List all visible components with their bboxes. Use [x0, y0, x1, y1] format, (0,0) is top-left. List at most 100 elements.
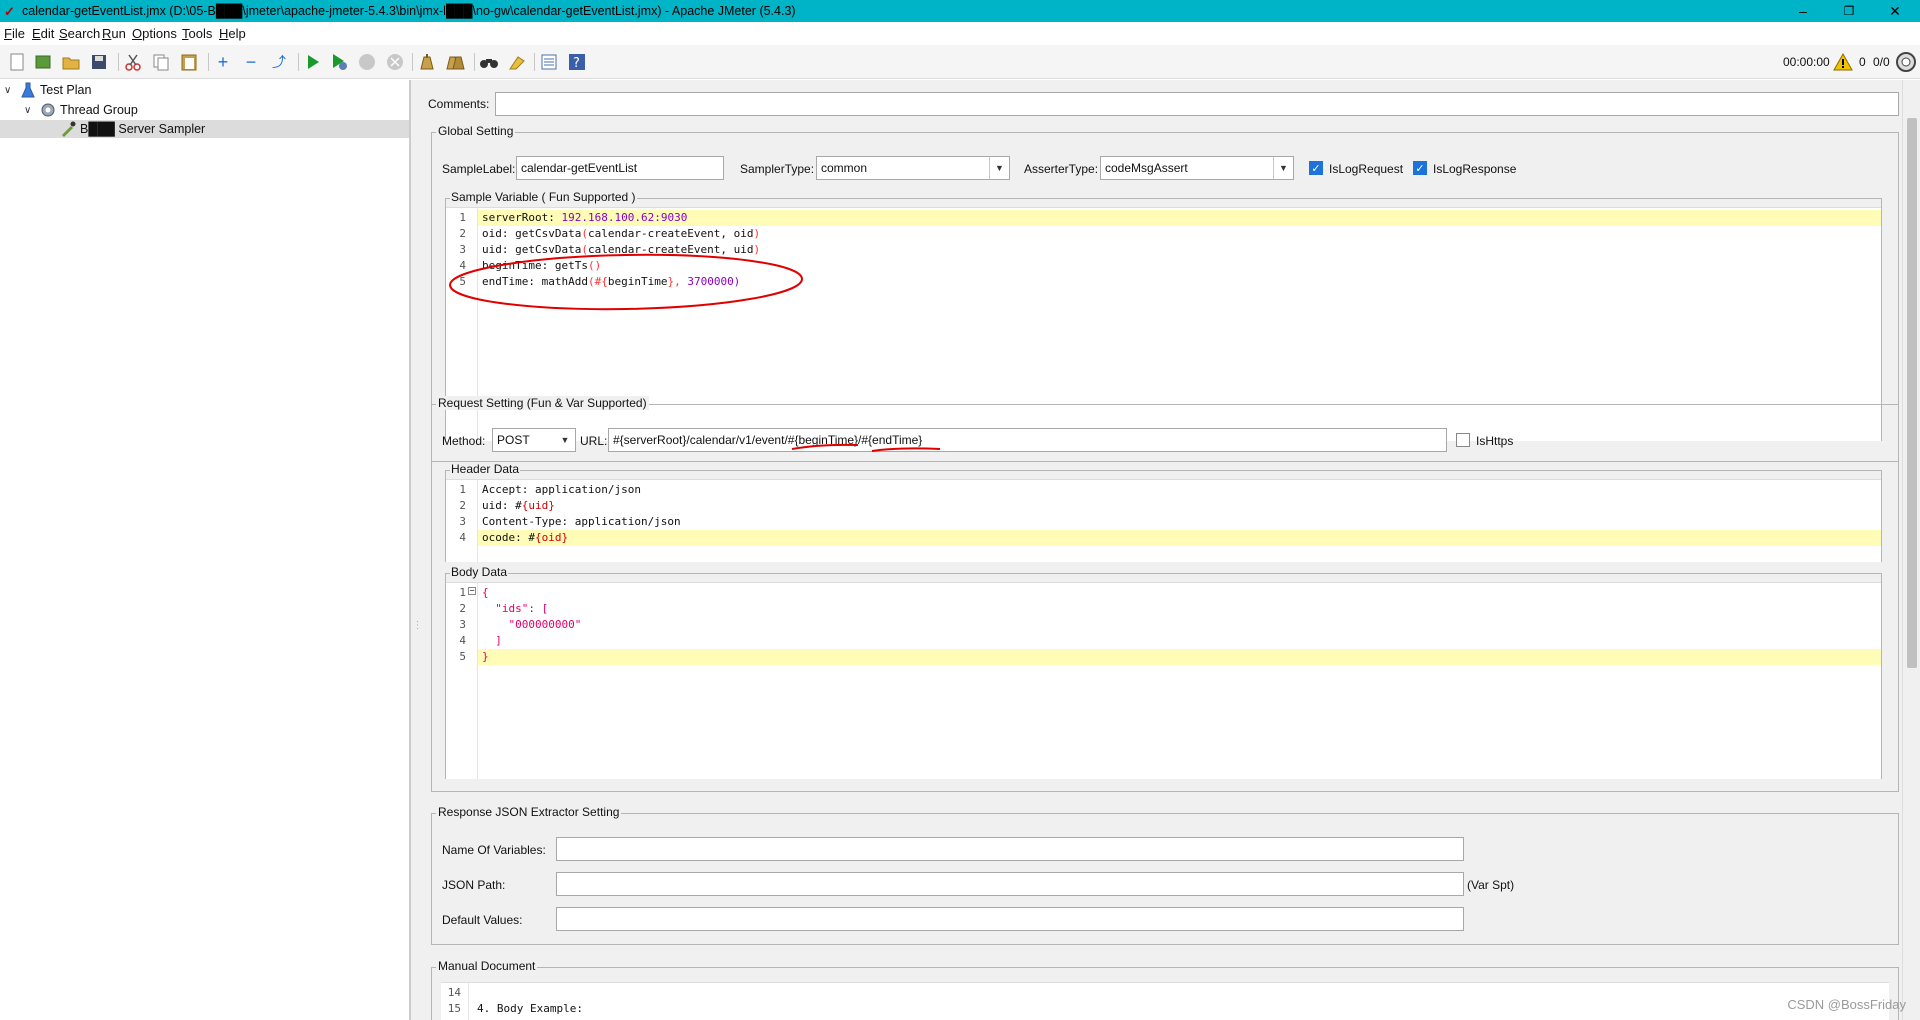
line-number: 5 — [459, 275, 466, 288]
watermark: CSDN @BossFriday — [1787, 997, 1906, 1012]
function-helper-icon[interactable] — [538, 51, 560, 73]
code-token: serverRoot: — [482, 211, 562, 224]
body-data-editor[interactable]: − 1 {2 "ids": [3 "000000000" 4 ] 5} — [446, 582, 1881, 779]
is-log-response-label: IsLogResponse — [1433, 162, 1517, 176]
line-number: 2 — [459, 499, 466, 512]
code-line: Content-Type: application/json — [478, 514, 1881, 530]
line-number: 4 — [459, 634, 466, 647]
thread-count: 0/0 — [1873, 55, 1890, 69]
json-extractor-group: Response JSON Extractor Setting Name Of … — [431, 805, 1899, 945]
stop-icon[interactable] — [356, 51, 378, 73]
default-values-input[interactable] — [556, 907, 1464, 931]
code-token: uid: getCsvData — [482, 243, 582, 256]
reset-search-icon[interactable] — [506, 51, 528, 73]
menu-file[interactable]: File — [4, 26, 25, 41]
start-no-pauses-icon[interactable] — [328, 51, 350, 73]
code-token: ocode: # — [482, 531, 535, 544]
help-icon[interactable]: ? — [566, 51, 588, 73]
vertical-scrollbar[interactable] — [1902, 80, 1920, 1020]
json-path-input[interactable] — [556, 872, 1464, 896]
is-log-response-checkbox[interactable]: ✓ — [1413, 161, 1427, 175]
test-plan-tree: ∨ Test Plan ∨ Thread Group B███ Server S… — [0, 80, 410, 1020]
menu-tools[interactable]: Tools — [182, 26, 212, 41]
copy-icon[interactable] — [150, 51, 172, 73]
chevron-down-icon[interactable]: ▼ — [555, 429, 575, 451]
manual-document-editor[interactable]: 14 15 4. Body Example: — [441, 982, 1889, 1020]
is-https-label: IsHttps — [1476, 434, 1514, 448]
menu-search[interactable]: Search — [59, 26, 100, 41]
split-divider[interactable]: ⋮ — [410, 80, 423, 1020]
line-number: 3 — [459, 243, 466, 256]
flask-icon — [20, 82, 36, 98]
open-icon[interactable] — [60, 51, 82, 73]
warning-icon[interactable] — [1832, 51, 1854, 73]
code-token: calendar-createEvent, oid — [587, 227, 754, 240]
code-line: "ids": [ — [478, 601, 1881, 617]
line-number: 1 — [459, 483, 466, 496]
menu-help[interactable]: Help — [219, 26, 246, 41]
code-token: ( — [581, 243, 588, 256]
tree-node-thread-group[interactable]: ∨ Thread Group — [24, 101, 138, 119]
code-line: ocode: #{oid} — [478, 530, 1881, 546]
url-label: URL: — [580, 434, 608, 448]
tree-node-test-plan[interactable]: ∨ Test Plan — [4, 81, 91, 99]
comments-label: Comments: — [428, 97, 490, 111]
code-line: { — [478, 585, 1881, 601]
minimize-button[interactable]: – — [1780, 0, 1826, 22]
new-icon[interactable] — [6, 51, 28, 73]
close-button[interactable]: ✕ — [1872, 0, 1918, 22]
code-line: serverRoot: 192.168.100.62:9030 — [478, 210, 1881, 226]
sample-label-input[interactable]: calendar-getEventList — [516, 156, 724, 180]
binoculars-icon[interactable] — [478, 51, 500, 73]
templates-icon[interactable] — [32, 51, 54, 73]
code-token: { — [482, 586, 489, 599]
code-token: ) — [753, 227, 761, 240]
header-data-editor[interactable]: 1 Accept: application/json 2 uid: #{uid} 3 Co… — [446, 479, 1881, 562]
chevron-down-icon[interactable]: ▼ — [1273, 157, 1293, 179]
menu-options[interactable]: Options — [132, 26, 177, 41]
url-input[interactable]: #{serverRoot}/calendar/v1/event/#{beginT… — [608, 428, 1447, 452]
is-https-checkbox[interactable] — [1456, 433, 1470, 447]
start-icon[interactable] — [302, 51, 324, 73]
toggle-icon[interactable]: ⤴ — [268, 51, 290, 73]
clear-icon[interactable] — [416, 51, 438, 73]
clear-all-icon[interactable] — [444, 51, 466, 73]
chevron-down-icon[interactable]: ∨ — [4, 85, 16, 96]
collapse-all-icon[interactable]: − — [240, 51, 262, 73]
line-number: 3 — [459, 618, 466, 631]
paste-icon[interactable] — [178, 51, 200, 73]
is-log-request-label: IsLogRequest — [1329, 162, 1404, 176]
shutdown-icon[interactable] — [384, 51, 406, 73]
sampler-type-select[interactable]: common ▼ — [816, 156, 1010, 180]
manual-document-group: Manual Document 14 15 4. Body Example: — [431, 959, 1899, 1020]
maximize-button[interactable]: ❐ — [1826, 0, 1872, 22]
save-icon[interactable] — [88, 51, 110, 73]
code-line: endTime: mathAdd(#{beginTime}, 3700000) — [478, 274, 1881, 290]
fold-collapse-icon[interactable]: − — [468, 587, 476, 595]
toolbar: + − ⤴ ? 00:00:00 0 0/0 — [0, 45, 1920, 79]
line-number: 2 — [459, 602, 466, 615]
code-token: 4. Body Example: — [477, 1002, 583, 1015]
scrollbar-thumb[interactable] — [1907, 118, 1917, 668]
menu-edit[interactable]: Edit — [32, 26, 54, 41]
code-token: "ids": [ — [482, 602, 549, 615]
code-token: endTime: mathAdd — [482, 275, 588, 288]
name-of-variables-input[interactable] — [556, 837, 1464, 861]
chevron-down-icon[interactable]: ▼ — [989, 157, 1009, 179]
elapsed-timer: 00:00:00 — [1783, 55, 1830, 69]
expand-all-icon[interactable]: + — [212, 51, 234, 73]
method-select[interactable]: POST ▼ — [492, 428, 576, 452]
tree-node-sampler[interactable]: B███ Server Sampler — [0, 120, 409, 138]
cut-icon[interactable] — [122, 51, 144, 73]
code-line: oid: getCsvData(calendar-createEvent, oi… — [478, 226, 1881, 242]
is-log-request-checkbox[interactable]: ✓ — [1309, 161, 1323, 175]
comments-input[interactable] — [495, 92, 1899, 116]
line-number: 14 — [447, 986, 461, 999]
asserter-type-select[interactable]: codeMsgAssert ▼ — [1100, 156, 1294, 180]
menu-run[interactable]: Run — [102, 26, 126, 41]
code-line: beginTime: getTs() — [478, 258, 1881, 274]
code-token: } — [482, 650, 489, 663]
code-token: ( — [581, 227, 588, 240]
json-path-label: JSON Path: — [442, 878, 506, 892]
chevron-down-icon[interactable]: ∨ — [24, 105, 36, 116]
